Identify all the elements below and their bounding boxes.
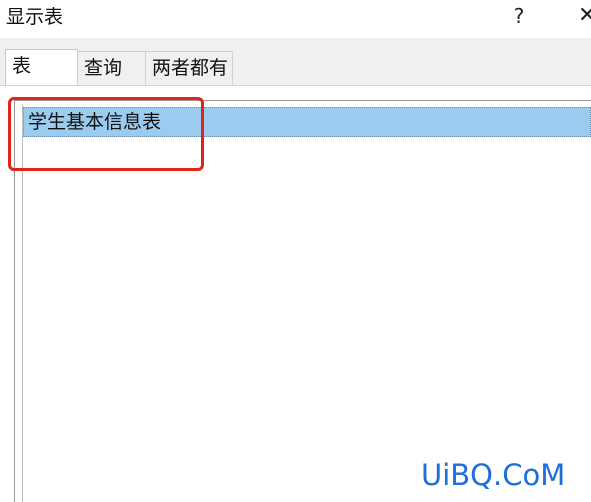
tab-strip: 表 查询 两者都有: [0, 38, 591, 87]
close-button[interactable]: ✕: [578, 2, 591, 30]
tab-queries[interactable]: 查询: [77, 51, 146, 85]
title-bar: 显示表 ? ✕: [0, 0, 591, 38]
show-table-dialog: 显示表 ? ✕ 表 查询 两者都有 学生基本信息表 UiBQ.CoM: [0, 0, 591, 502]
dialog-title: 显示表: [6, 6, 64, 28]
tab-tables[interactable]: 表: [5, 49, 78, 87]
help-button[interactable]: ?: [508, 2, 530, 30]
list-item-student-info-table[interactable]: 学生基本信息表: [23, 107, 591, 137]
tab-both[interactable]: 两者都有: [145, 51, 233, 85]
watermark: UiBQ.CoM: [421, 458, 566, 492]
list-inner-border: [22, 104, 23, 502]
table-list[interactable]: [14, 100, 591, 502]
